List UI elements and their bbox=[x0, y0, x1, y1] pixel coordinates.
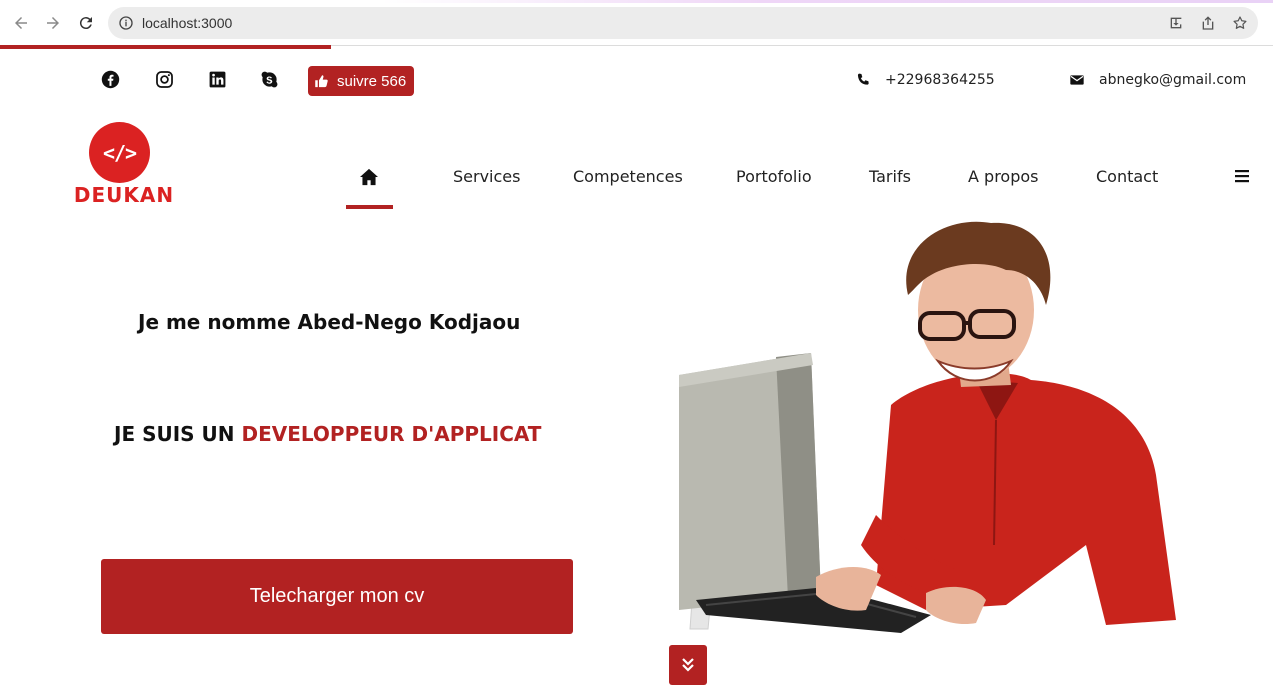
nav-item-portofolio[interactable]: Portofolio bbox=[736, 167, 812, 186]
bookmark-star-icon[interactable] bbox=[1232, 15, 1248, 31]
arrow-right-icon bbox=[47, 17, 59, 29]
reload-icon bbox=[79, 17, 92, 30]
instagram-link[interactable] bbox=[154, 69, 174, 89]
reload-button[interactable] bbox=[75, 12, 97, 34]
linkedin-icon bbox=[209, 71, 225, 87]
share-icon[interactable] bbox=[1200, 15, 1216, 31]
hero-role-prefix: JE SUIS UN bbox=[114, 422, 235, 446]
follow-button[interactable]: suivre 566 bbox=[308, 66, 414, 96]
phone-number: +22968364255 bbox=[885, 72, 995, 88]
main-nav: Services Competences Portofolio Tarifs A… bbox=[0, 165, 1273, 195]
address-bar[interactable]: localhost:3000 bbox=[108, 7, 1258, 39]
envelope-icon bbox=[1070, 75, 1084, 85]
forward-button[interactable] bbox=[42, 12, 64, 34]
facebook-icon bbox=[101, 70, 119, 88]
download-cv-button[interactable]: Telecharger mon cv bbox=[101, 559, 573, 634]
nav-item-contact[interactable]: Contact bbox=[1096, 167, 1158, 186]
hero-name: Je me nomme Abed-Nego Kodjaou bbox=[138, 310, 521, 334]
arrow-left-icon bbox=[15, 17, 27, 29]
hero-role-accent: DEVELOPPEUR D'APPLICAT bbox=[241, 422, 542, 446]
browser-top-accent bbox=[0, 0, 1273, 3]
page-load-progress bbox=[0, 45, 331, 49]
thumbs-up-icon bbox=[315, 74, 328, 87]
nav-item-services[interactable]: Services bbox=[453, 167, 520, 186]
double-chevron-down-icon bbox=[682, 658, 694, 672]
instagram-icon bbox=[155, 70, 173, 88]
nav-item-competences[interactable]: Competences bbox=[573, 167, 683, 186]
nav-item-a-propos[interactable]: A propos bbox=[968, 167, 1038, 186]
back-button[interactable] bbox=[10, 12, 32, 34]
phone-contact[interactable]: +22968364255 bbox=[855, 72, 995, 88]
hero-developer-photo bbox=[679, 221, 1176, 633]
install-app-icon[interactable] bbox=[1168, 15, 1184, 31]
scroll-down-button[interactable] bbox=[669, 645, 707, 685]
facebook-link[interactable] bbox=[100, 69, 120, 89]
hero-role: JE SUIS UN DEVELOPPEUR D'APPLICAT bbox=[114, 422, 541, 446]
email-contact[interactable]: abnegko@gmail.com bbox=[1069, 72, 1246, 88]
skype-link[interactable] bbox=[259, 69, 279, 89]
nav-active-indicator bbox=[346, 205, 393, 209]
logo-symbol: </> bbox=[102, 140, 137, 165]
follow-label: suivre 566 bbox=[337, 72, 407, 90]
hamburger-menu-icon[interactable] bbox=[1235, 169, 1249, 183]
phone-icon bbox=[857, 73, 869, 85]
url-text: localhost:3000 bbox=[142, 15, 233, 31]
nav-item-tarifs[interactable]: Tarifs bbox=[869, 167, 911, 186]
browser-chrome: localhost:3000 bbox=[0, 0, 1273, 46]
email-address: abnegko@gmail.com bbox=[1099, 72, 1247, 88]
info-icon[interactable] bbox=[118, 15, 134, 31]
linkedin-link[interactable] bbox=[207, 69, 227, 89]
skype-icon bbox=[261, 71, 277, 87]
